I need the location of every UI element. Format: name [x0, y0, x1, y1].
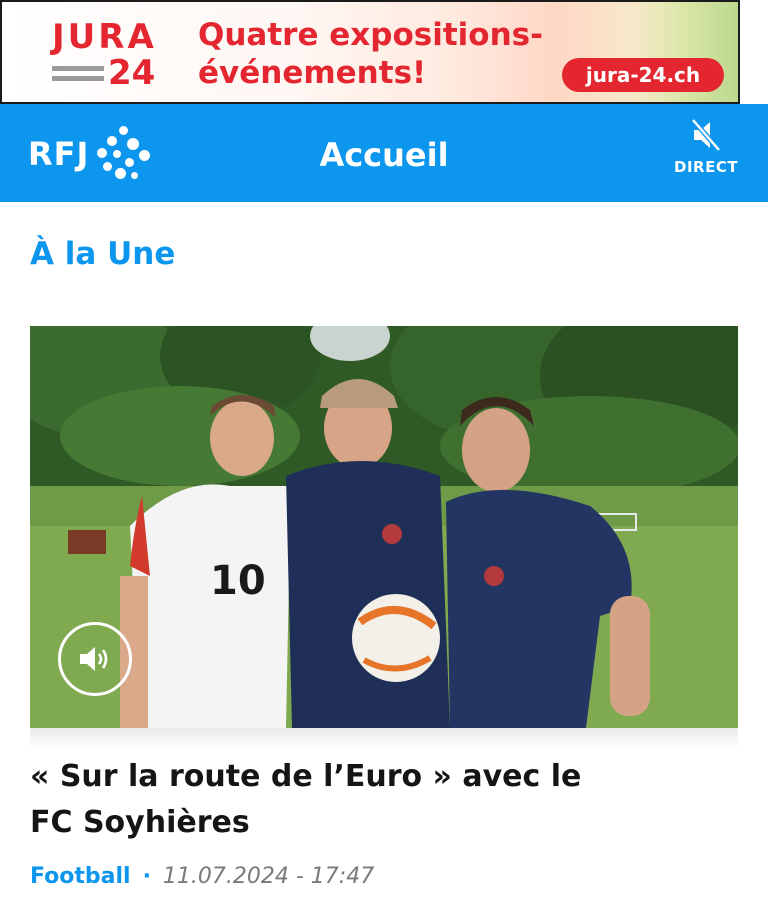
ad-headline: Quatre expositions- événements!: [198, 16, 543, 92]
article-image[interactable]: 10: [30, 326, 738, 728]
article-title-line2: FC Soyhières: [30, 805, 250, 840]
article-title-line1: « Sur la route de l’Euro » avec le: [30, 759, 582, 794]
ad-banner[interactable]: JURA 24 Quatre expositions- événements! …: [0, 0, 740, 104]
article-meta: Football · 11.07.2024 - 17:47: [30, 864, 374, 889]
ad-headline-line1: Quatre expositions-: [198, 17, 543, 53]
speaker-icon: [80, 647, 108, 671]
page-title: Accueil: [319, 136, 449, 174]
publish-date: 11.07.2024 - 17:47: [162, 864, 375, 889]
card-shadow: [30, 728, 738, 748]
ad-brand-bottom: 24: [108, 53, 156, 93]
jersey-number: 10: [210, 558, 266, 604]
speaker-muted-icon: [691, 118, 721, 152]
article-title[interactable]: « Sur la route de l’Euro » avec le FC So…: [30, 754, 730, 846]
article-photo: 10: [30, 326, 738, 728]
ad-brand-bars: [52, 61, 104, 85]
ad-headline-line2: événements!: [198, 55, 427, 91]
direct-label: DIRECT: [674, 158, 739, 176]
section-title: À la Une: [30, 236, 176, 272]
audio-play-button[interactable]: [58, 622, 132, 696]
meta-separator: ·: [142, 864, 151, 889]
ad-brand-top: JURA: [52, 17, 157, 57]
ad-url-button[interactable]: jura-24.ch: [562, 58, 724, 92]
category-link[interactable]: Football: [30, 864, 131, 889]
top-app-bar: RFJ Accueil DIRECT: [0, 104, 768, 202]
direct-button[interactable]: DIRECT: [674, 118, 738, 188]
ad-brand-logo: JURA 24: [52, 20, 172, 90]
